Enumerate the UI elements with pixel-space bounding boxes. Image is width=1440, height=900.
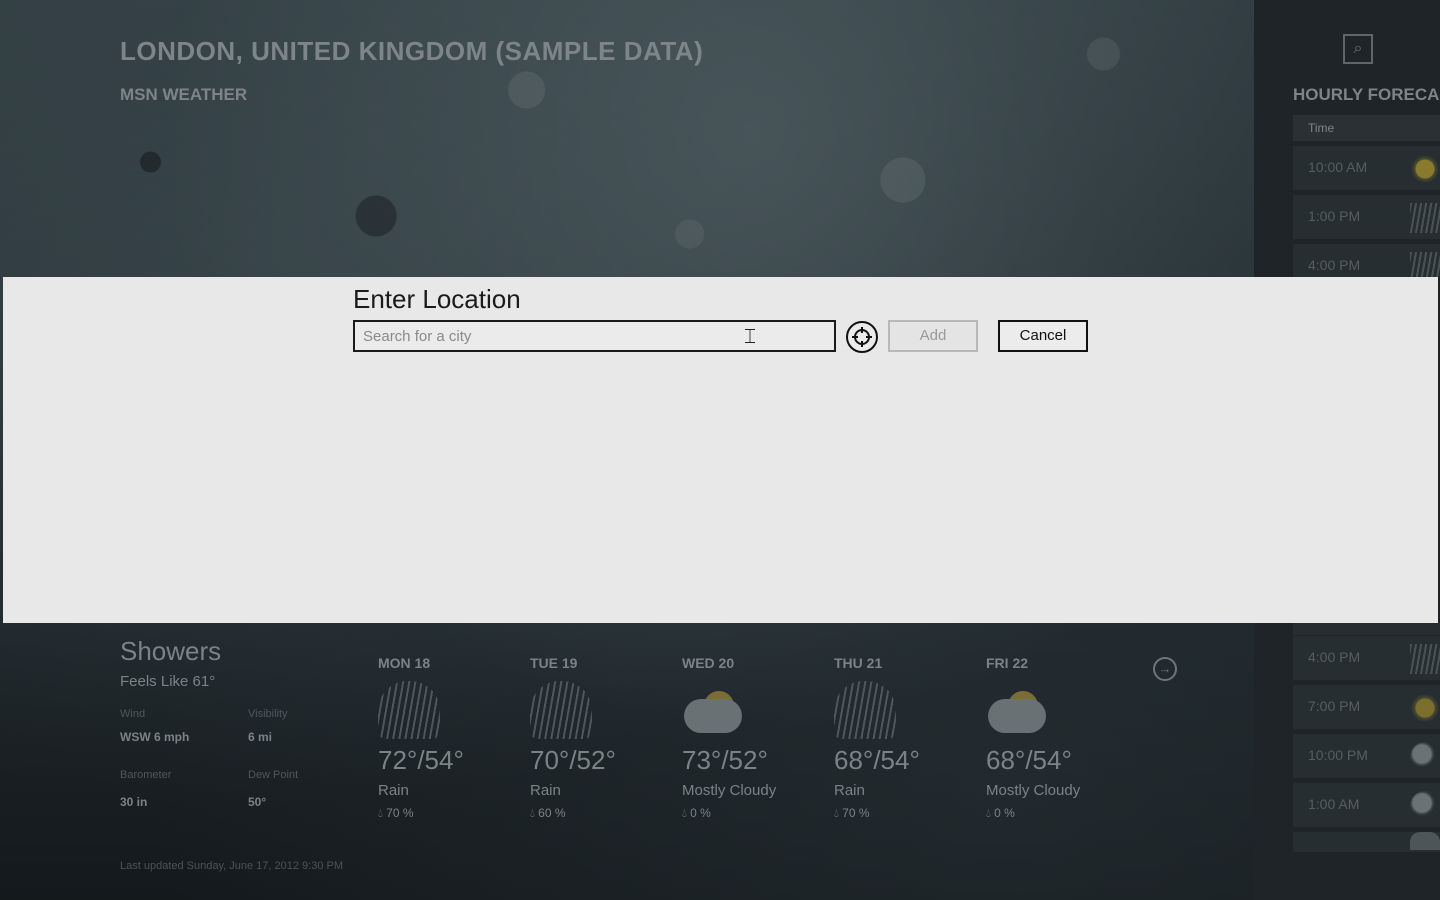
- search-icon: ⌕: [1353, 40, 1363, 57]
- add-button[interactable]: Add: [888, 320, 978, 352]
- next-days-button[interactable]: →: [1153, 657, 1177, 681]
- hourly-row[interactable]: 10:00 AM: [1293, 146, 1440, 190]
- rain-icon: [378, 681, 440, 739]
- forecast-temp: 68°/54°: [986, 745, 1072, 775]
- crosshair-icon: [852, 327, 872, 347]
- forecast-precip: 💧︎ 70 %: [378, 806, 414, 820]
- hourly-time: 10:00 PM: [1308, 747, 1368, 763]
- hourly-column-header: Time: [1293, 115, 1440, 141]
- barometer-value: 30 in: [120, 795, 148, 809]
- forecast-day[interactable]: WED 20 73°/52° Mostly Cloudy 💧︎ 0 %: [682, 655, 832, 835]
- hourly-row[interactable]: 4:00 PM: [1293, 636, 1440, 680]
- hourly-time: 10:00 AM: [1308, 159, 1368, 175]
- forecast-temp: 68°/54°: [834, 745, 920, 775]
- rain-icon: [1410, 252, 1440, 277]
- forecast-day-name: MON 18: [378, 655, 431, 671]
- droplet-icon: 💧︎: [986, 806, 995, 820]
- droplet-icon: 💧︎: [834, 806, 843, 820]
- hourly-time: 4:00 PM: [1308, 649, 1361, 665]
- partly-cloudy-icon: [986, 681, 1048, 739]
- forecast-condition: Rain: [834, 782, 865, 799]
- wind-value: WSW 6 mph: [120, 730, 190, 744]
- hourly-row[interactable]: 10:00 PM: [1293, 734, 1440, 778]
- sun-icon: [1410, 154, 1440, 184]
- forecast-day[interactable]: FRI 22 68°/54° Mostly Cloudy 💧︎ 0 %: [986, 655, 1136, 835]
- hourly-time: 7:00 PM: [1308, 698, 1361, 714]
- dialog-title: Enter Location: [353, 284, 521, 314]
- last-updated: Last updated Sunday, June 17, 2012 9:30 …: [120, 860, 344, 872]
- droplet-icon: 💧︎: [378, 806, 387, 820]
- forecast-day[interactable]: THU 21 68°/54° Rain 💧︎ 70 %: [834, 655, 984, 835]
- hourly-time: 1:00 PM: [1308, 208, 1361, 224]
- forecast-precip: 💧︎ 0 %: [986, 806, 1015, 820]
- forecast-day-name: TUE 19: [530, 655, 578, 671]
- dew-point-value: 50°: [248, 795, 267, 809]
- forecast-day[interactable]: MON 18 72°/54° Rain 💧︎ 70 %: [378, 655, 528, 835]
- barometer-label: Barometer: [120, 769, 172, 781]
- current-condition: Showers: [120, 636, 222, 666]
- forecast-condition: Rain: [378, 782, 409, 799]
- forecast-temp: 70°/52°: [530, 745, 616, 775]
- hourly-row[interactable]: [1293, 832, 1440, 852]
- visibility-label: Visibility: [248, 708, 288, 720]
- moon-icon: [1410, 791, 1440, 821]
- hourly-time: 1:00 AM: [1308, 796, 1360, 812]
- hourly-row[interactable]: 1:00 AM: [1293, 783, 1440, 827]
- forecast-condition: Rain: [530, 782, 561, 799]
- hourly-forecast-title: HOURLY FORECA: [1293, 85, 1440, 104]
- detect-location-button[interactable]: [846, 321, 878, 353]
- sun-icon: [1410, 693, 1440, 723]
- moon-icon: [1410, 742, 1440, 772]
- location-title: LONDON, UNITED KINGDOM (SAMPLE DATA): [120, 36, 704, 66]
- cloud-icon: [1410, 832, 1440, 850]
- forecast-day[interactable]: TUE 19 70°/52° Rain 💧︎ 60 %: [530, 655, 680, 835]
- forecast-precip: 💧︎ 0 %: [682, 806, 711, 820]
- cancel-button[interactable]: Cancel: [998, 320, 1088, 352]
- forecast-day-name: THU 21: [834, 655, 883, 671]
- wind-label: Wind: [120, 708, 146, 720]
- partly-cloudy-icon: [682, 681, 744, 739]
- hourly-time: 4:00 PM: [1308, 257, 1361, 273]
- rain-icon: [530, 681, 592, 739]
- enter-location-dialog: Enter Location ⌶ Add Cancel: [3, 277, 1438, 623]
- dew-point-label: Dew Point: [248, 769, 299, 781]
- text-cursor-icon: ⌶: [744, 326, 756, 348]
- forecast-temp: 73°/52°: [682, 745, 768, 775]
- app-name: MSN WEATHER: [120, 85, 248, 104]
- forecast-condition: Mostly Cloudy: [682, 782, 777, 799]
- feels-like: Feels Like 61°: [120, 673, 216, 690]
- hourly-row[interactable]: 7:00 PM: [1293, 685, 1440, 729]
- forecast-temp: 72°/54°: [378, 745, 464, 775]
- rain-icon: [1410, 644, 1440, 674]
- rain-icon: [1410, 203, 1440, 233]
- forecast-condition: Mostly Cloudy: [986, 782, 1081, 799]
- forecast-day-name: FRI 22: [986, 655, 1029, 671]
- rain-icon: [834, 681, 896, 739]
- hourly-row[interactable]: 1:00 PM: [1293, 195, 1440, 239]
- forecast-precip: 💧︎ 70 %: [834, 806, 870, 820]
- forecast-day-name: WED 20: [682, 655, 735, 671]
- forecast-precip: 💧︎ 60 %: [530, 806, 566, 820]
- hourly-row[interactable]: 4:00 PM: [1293, 244, 1440, 277]
- hourly-row[interactable]: [1293, 623, 1440, 635]
- droplet-icon: 💧︎: [682, 806, 691, 820]
- city-search-input[interactable]: [353, 320, 836, 352]
- visibility-value: 6 mi: [248, 730, 273, 744]
- droplet-icon: 💧︎: [530, 806, 539, 820]
- arrow-right-icon: →: [1158, 661, 1172, 676]
- search-button[interactable]: ⌕: [1343, 34, 1373, 64]
